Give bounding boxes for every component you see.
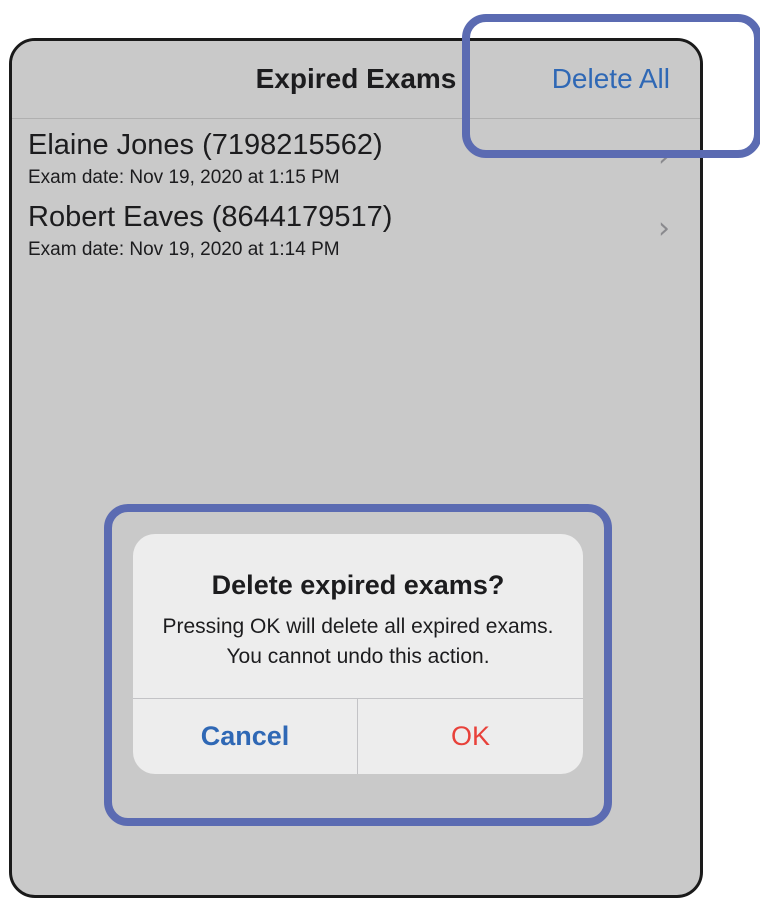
dialog-message: Pressing OK will delete all expired exam… <box>162 615 554 668</box>
delete-confirmation-dialog: Delete expired exams? Pressing OK will d… <box>133 534 583 774</box>
chevron-right-icon: › <box>658 211 670 246</box>
cancel-button[interactable]: Cancel <box>133 699 357 774</box>
chevron-right-icon: › <box>658 139 670 174</box>
navigation-bar: Expired Exams Delete All <box>12 41 700 119</box>
exam-date: Exam date: Nov 19, 2020 at 1:15 PM <box>28 167 340 188</box>
ok-button[interactable]: OK <box>358 699 583 774</box>
exam-list-item[interactable]: Robert Eaves (8644179517) Exam date: Nov… <box>28 201 684 265</box>
exam-patient-name: Robert Eaves (8644179517) <box>28 201 393 233</box>
exam-list-item[interactable]: Elaine Jones (7198215562) Exam date: Nov… <box>28 129 684 193</box>
dialog-title: Delete expired exams? <box>211 570 505 600</box>
exam-date: Exam date: Nov 19, 2020 at 1:14 PM <box>28 239 340 260</box>
delete-all-button[interactable]: Delete All <box>552 63 670 95</box>
exam-patient-name: Elaine Jones (7198215562) <box>28 129 383 161</box>
